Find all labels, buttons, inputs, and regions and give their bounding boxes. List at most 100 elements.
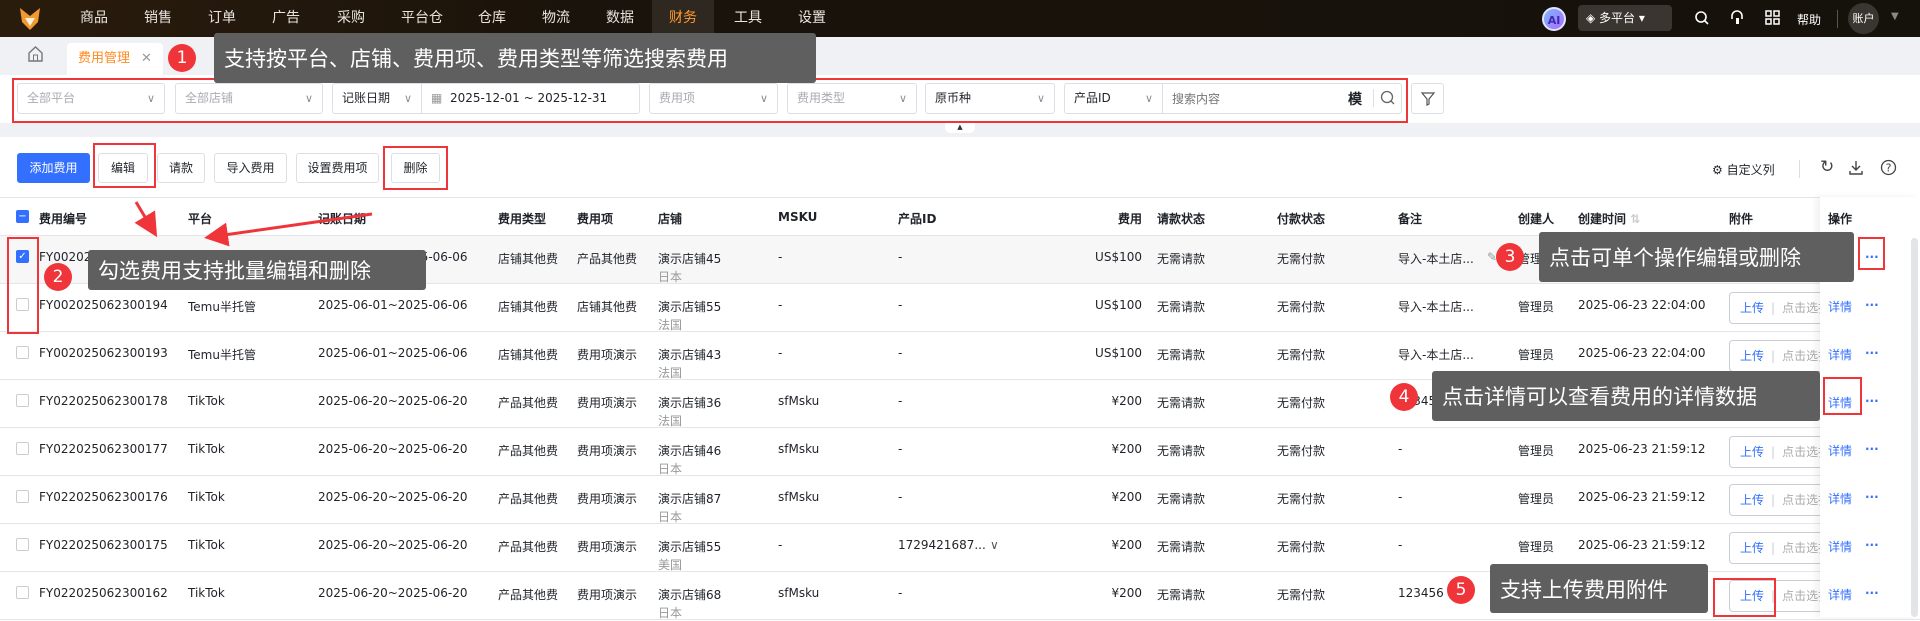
request-status-cell: 无需请款 xyxy=(1157,444,1206,458)
upload-button[interactable]: 上传 xyxy=(1740,493,1764,507)
nav-item[interactable]: 数据 xyxy=(592,0,648,37)
shop-cell: 演示店铺55 xyxy=(658,300,722,314)
row-actions: 详情 ··· xyxy=(1820,524,1920,572)
help-icon[interactable]: ? xyxy=(1880,159,1897,176)
ai-button[interactable]: AI xyxy=(1542,7,1566,31)
row-checkbox[interactable] xyxy=(16,538,29,551)
product-id-cell: - xyxy=(898,346,903,360)
settings-gear-icon: ⚙ xyxy=(1712,163,1723,177)
collapse-filter-icon[interactable]: ▲ xyxy=(945,123,975,133)
detail-button[interactable]: 详情 xyxy=(1828,442,1852,459)
svg-text:?: ? xyxy=(1886,162,1892,175)
detail-button[interactable]: 详情 xyxy=(1828,586,1852,603)
refresh-icon[interactable]: ↻ xyxy=(1820,157,1834,177)
more-actions-button[interactable]: ··· xyxy=(1865,298,1879,312)
nav-item[interactable]: 工具 xyxy=(720,0,776,37)
shop-country: 法国 xyxy=(658,318,683,332)
row-checkbox[interactable] xyxy=(16,490,29,503)
row-checkbox[interactable] xyxy=(16,346,29,359)
more-actions-button[interactable]: ··· xyxy=(1865,490,1879,504)
remark-cell: - xyxy=(1398,442,1403,456)
import-fee-button[interactable]: 导入费用 xyxy=(214,153,287,183)
logo-icon[interactable] xyxy=(18,6,43,32)
advanced-filter-button[interactable] xyxy=(1411,83,1444,114)
col-fee-type: 费用类型 xyxy=(498,212,547,226)
upload-button[interactable]: 上传 xyxy=(1740,445,1764,459)
custom-columns-button[interactable]: ⚙ 自定义列 xyxy=(1712,161,1775,178)
row-actions: 详情 ··· xyxy=(1820,572,1920,620)
apps-grid-icon[interactable] xyxy=(1765,10,1781,26)
col-remark: 备注 xyxy=(1398,212,1423,226)
table-row: FY002025062300194 Temu半托管 2025-06-01~2025-… xyxy=(0,284,1920,332)
search-icon[interactable] xyxy=(1694,10,1710,26)
product-id-cell: - xyxy=(898,490,903,504)
headset-icon[interactable] xyxy=(1729,9,1745,27)
select-all-checkbox[interactable]: − xyxy=(16,210,29,223)
date-range-cell: 2025-06-20~2025-06-20 xyxy=(318,394,468,408)
nav-item[interactable]: 订单 xyxy=(194,0,250,37)
shop-cell: 演示店铺55 xyxy=(658,540,722,554)
more-actions-button[interactable]: ··· xyxy=(1865,346,1879,360)
nav-item[interactable]: 平台仓 xyxy=(387,0,457,37)
sort-icon[interactable]: ⇅ xyxy=(1630,212,1640,226)
more-actions-button[interactable]: ··· xyxy=(1865,538,1879,552)
add-fee-button[interactable]: 添加费用 xyxy=(17,153,90,183)
more-actions-button[interactable]: ··· xyxy=(1865,586,1879,600)
fee-item-settings-button[interactable]: 设置费用项 xyxy=(296,153,379,183)
close-tab-icon[interactable]: ✕ xyxy=(141,43,152,75)
account-avatar[interactable]: 账户 xyxy=(1848,3,1879,34)
row-checkbox[interactable] xyxy=(16,586,29,599)
detail-button[interactable]: 详情 xyxy=(1828,538,1852,555)
nav-item[interactable]: 物流 xyxy=(528,0,584,37)
divider xyxy=(1837,10,1838,28)
upload-button[interactable]: 上传 xyxy=(1740,301,1764,315)
download-icon[interactable] xyxy=(1849,160,1863,176)
nav-item[interactable]: 财务 xyxy=(652,0,714,37)
creator-cell: 管理员 xyxy=(1518,492,1555,506)
amount-cell: US$100 xyxy=(1095,346,1142,360)
fee-id-cell: FY022025062300176 xyxy=(39,490,168,504)
detail-button[interactable]: 详情 xyxy=(1828,298,1852,315)
created-time-cell: 2025-06-23 22:04:00 xyxy=(1578,298,1706,312)
request-status-cell: 无需请款 xyxy=(1157,588,1206,602)
platform-switcher[interactable]: ◈ 多平台 ▾ xyxy=(1578,5,1672,31)
fee-item-cell: 费用项演示 xyxy=(577,348,638,362)
more-actions-button[interactable]: ··· xyxy=(1865,394,1879,408)
nav-item[interactable]: 销售 xyxy=(130,0,186,37)
nav-item[interactable]: 仓库 xyxy=(464,0,520,37)
annotation-5-badge: 5 xyxy=(1447,576,1475,604)
detail-button[interactable]: 详情 xyxy=(1828,490,1852,507)
expand-chevron-icon[interactable]: ∨ xyxy=(990,538,999,552)
request-payment-button[interactable]: 请款 xyxy=(157,153,205,183)
filter-icon xyxy=(1421,92,1435,106)
row-checkbox[interactable] xyxy=(16,394,29,407)
remark-cell: 导入-本土店... xyxy=(1398,348,1474,362)
nav-item[interactable]: 广告 xyxy=(258,0,314,37)
tab-fee-management[interactable]: 费用管理 ✕ xyxy=(67,43,163,75)
highlight-more xyxy=(1858,237,1885,270)
row-actions: 详情 ··· xyxy=(1820,428,1920,476)
pay-status-cell: 无需付款 xyxy=(1277,588,1326,602)
col-created[interactable]: 创建时间 ⇅ xyxy=(1578,210,1640,227)
annotation-3-badge: 3 xyxy=(1496,243,1524,271)
annotation-4-badge: 4 xyxy=(1390,383,1418,411)
annotation-1-badge: 1 xyxy=(168,44,196,72)
vertical-scrollbar[interactable] xyxy=(1911,238,1918,617)
upload-button[interactable]: 上传 xyxy=(1740,349,1764,363)
nav-item[interactable]: 商品 xyxy=(66,0,122,37)
nav-item[interactable]: 设置 xyxy=(784,0,840,37)
attachment-upload-box: 上传|点击选择文件 xyxy=(1729,532,1829,564)
upload-button[interactable]: 上传 xyxy=(1740,541,1764,555)
home-icon[interactable] xyxy=(28,46,43,62)
account-caret-icon[interactable]: ▼ xyxy=(1891,11,1899,22)
help-link[interactable]: 帮助 xyxy=(1797,11,1821,28)
collapse-bar: ▲ xyxy=(0,123,1920,137)
product-id-cell: - xyxy=(898,442,903,456)
row-checkbox[interactable] xyxy=(16,442,29,455)
annotation-4-text: 点击详情可以查看费用的详情数据 xyxy=(1432,371,1820,421)
col-amount: 费用 xyxy=(1117,212,1142,226)
more-actions-button[interactable]: ··· xyxy=(1865,442,1879,456)
shop-country: 日本 xyxy=(658,606,683,620)
detail-button[interactable]: 详情 xyxy=(1828,346,1852,363)
nav-item[interactable]: 采购 xyxy=(323,0,379,37)
